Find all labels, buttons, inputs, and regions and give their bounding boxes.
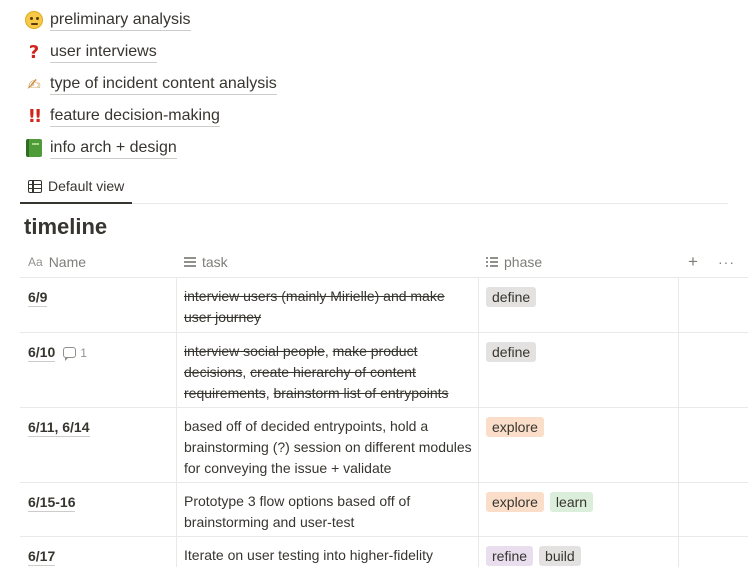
- column-header-label: Name: [48, 254, 87, 270]
- page-link-preliminary-analysis[interactable]: preliminary analysis: [24, 4, 277, 36]
- database-title[interactable]: timeline: [24, 214, 107, 240]
- task-text: interview users (mainly Mirielle) and ma…: [184, 288, 445, 325]
- row-name[interactable]: 6/17: [28, 547, 56, 566]
- writing-hand-icon: ✍: [27, 74, 41, 94]
- task-text: interview social people: [184, 343, 325, 359]
- multi-select-icon: [486, 257, 498, 267]
- page-link-title: user interviews: [50, 42, 157, 63]
- column-divider: [478, 537, 479, 567]
- column-divider: [678, 483, 679, 536]
- column-divider: [678, 278, 679, 332]
- row-name-text: 6/17: [28, 548, 56, 566]
- page-links: preliminary analysis ? user interviews ✍…: [24, 4, 277, 164]
- row-name[interactable]: 6/11, 6/14: [28, 418, 90, 437]
- task-separator: ,: [324, 343, 333, 359]
- phase-tag: build: [539, 546, 581, 566]
- table-row[interactable]: 6/10 1 interview social people, make pro…: [20, 333, 748, 408]
- table-row[interactable]: 6/17 Iterate on user testing into higher…: [20, 537, 748, 567]
- comment-icon: [63, 347, 77, 361]
- table-row[interactable]: 6/11, 6/14 based off of decided entrypoi…: [20, 408, 748, 483]
- column-header-name[interactable]: Aa Name: [28, 246, 86, 278]
- table-header: Aa Name task phase + ···: [20, 246, 748, 278]
- row-name[interactable]: 6/15-16: [28, 493, 76, 512]
- column-header-phase[interactable]: phase: [486, 246, 542, 278]
- column-divider: [176, 278, 177, 332]
- column-divider: [176, 483, 177, 536]
- double-exclamation-icon: !!: [27, 105, 42, 127]
- row-phase[interactable]: explore learn: [486, 492, 594, 512]
- phase-tag: explore: [486, 417, 544, 437]
- row-phase[interactable]: explore: [486, 417, 544, 437]
- task-text: Iterate on user testing into higher-fide…: [184, 547, 434, 563]
- column-divider: [478, 278, 479, 332]
- row-task[interactable]: interview social people, make product de…: [184, 341, 472, 404]
- phase-tag: explore: [486, 492, 544, 512]
- row-task[interactable]: based off of decided entrypoints, hold a…: [184, 416, 472, 479]
- column-header-label: task: [202, 254, 228, 270]
- column-divider: [176, 537, 177, 567]
- text-lines-icon: [184, 257, 196, 267]
- comment-count: 1: [80, 345, 87, 360]
- phase-tag: refine: [486, 546, 534, 566]
- row-name-text: 6/10: [28, 344, 56, 362]
- row-name-text: 6/9: [28, 289, 48, 307]
- row-task[interactable]: Iterate on user testing into higher-fide…: [184, 545, 472, 566]
- column-divider: [678, 408, 679, 482]
- page-link-title: preliminary analysis: [50, 10, 191, 31]
- row-task[interactable]: Prototype 3 flow options based off of br…: [184, 491, 472, 533]
- comment-indicator[interactable]: 1: [63, 345, 87, 361]
- column-divider: [678, 537, 679, 567]
- green-book-icon: [24, 138, 44, 158]
- add-column-button[interactable]: +: [688, 246, 698, 278]
- phase-tag: define: [486, 342, 537, 362]
- thinking-face-icon: [24, 10, 44, 30]
- task-text: based off of decided entrypoints, hold a…: [184, 418, 472, 476]
- phase-tag: learn: [549, 492, 594, 512]
- view-bar: Default view: [20, 170, 728, 204]
- task-text: Prototype 3 flow options based off of br…: [184, 493, 411, 530]
- page-link-title: info arch + design: [50, 138, 177, 159]
- table-icon: [28, 179, 42, 193]
- row-name[interactable]: 6/9: [28, 288, 48, 307]
- task-separator: ,: [242, 364, 251, 380]
- column-divider: [478, 483, 479, 536]
- table-row[interactable]: 6/9 interview users (mainly Mirielle) an…: [20, 278, 748, 333]
- row-phase[interactable]: refine build: [486, 546, 581, 566]
- row-name-text: 6/11, 6/14: [28, 419, 90, 437]
- tab-default-view[interactable]: Default view: [20, 170, 133, 204]
- table-row[interactable]: 6/15-16 Prototype 3 flow options based o…: [20, 483, 748, 537]
- page-link-info-arch-design[interactable]: info arch + design: [24, 132, 277, 164]
- page-link-feature-decision-making[interactable]: !! feature decision-making: [24, 100, 277, 132]
- column-divider: [478, 408, 479, 482]
- page-link-title: type of incident content analysis: [50, 74, 277, 95]
- page-link-content-analysis[interactable]: ✍ type of incident content analysis: [24, 68, 277, 100]
- page-link-user-interviews[interactable]: ? user interviews: [24, 36, 277, 68]
- row-name-text: 6/15-16: [28, 494, 76, 512]
- column-divider: [478, 333, 479, 407]
- row-phase[interactable]: define: [486, 287, 537, 307]
- column-divider: [176, 408, 177, 482]
- task-text: brainstorm list of entrypoints: [273, 385, 449, 401]
- column-header-task[interactable]: task: [184, 246, 228, 278]
- more-options-button[interactable]: ···: [718, 246, 735, 278]
- column-divider: [176, 333, 177, 407]
- row-task[interactable]: interview users (mainly Mirielle) and ma…: [184, 286, 472, 328]
- column-header-label: phase: [504, 254, 543, 270]
- question-mark-icon: ?: [28, 41, 40, 63]
- phase-tag: define: [486, 287, 537, 307]
- row-name[interactable]: 6/10 1: [28, 343, 87, 362]
- timeline-table: Aa Name task phase + ··· 6/9 interview u…: [20, 246, 748, 567]
- column-divider: [678, 333, 679, 407]
- text-type-icon: Aa: [28, 255, 43, 269]
- page-link-title: feature decision-making: [50, 106, 220, 127]
- row-phase[interactable]: define: [486, 342, 537, 362]
- view-tab-label: Default view: [48, 178, 125, 194]
